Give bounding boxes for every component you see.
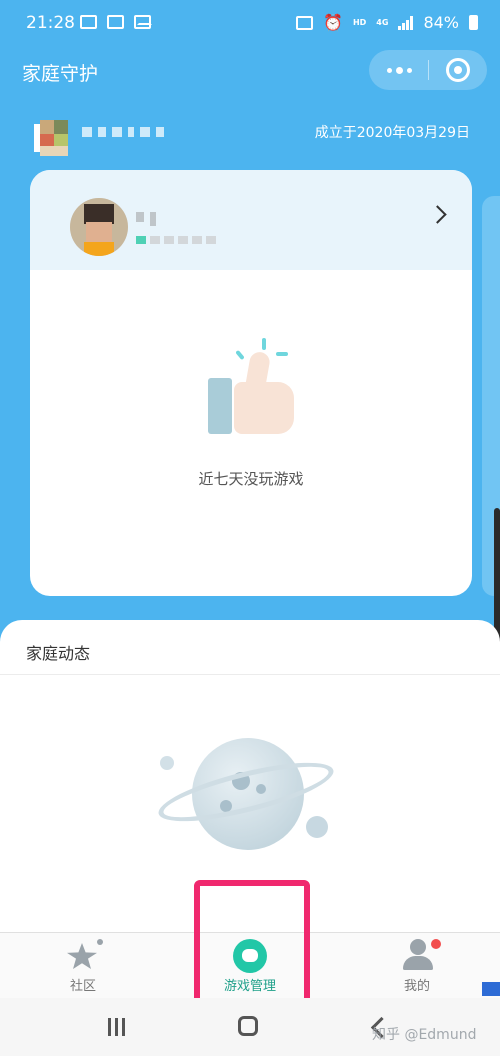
watermark: 知乎 @Edmund bbox=[372, 1027, 477, 1043]
page-title: 家庭守护 bbox=[22, 63, 99, 85]
hd-indicator: HD bbox=[352, 18, 367, 27]
status-time: 21:28 bbox=[26, 13, 75, 33]
network-type: 4G bbox=[376, 18, 389, 27]
mail-icon bbox=[134, 15, 152, 29]
child-info-blurred bbox=[136, 236, 216, 244]
divider bbox=[0, 674, 500, 675]
notification-badge bbox=[431, 939, 441, 949]
family-avatar[interactable] bbox=[34, 120, 74, 158]
thumbs-up-icon bbox=[204, 338, 304, 438]
tab-label: 社区 bbox=[69, 979, 96, 994]
planet-icon bbox=[150, 728, 350, 858]
home-icon[interactable] bbox=[238, 1016, 258, 1036]
founded-date: 成立于2020年03月29日 bbox=[314, 125, 470, 141]
highlight-annotation bbox=[194, 880, 310, 1010]
miniprogram-capsule bbox=[369, 50, 487, 90]
tab-mine[interactable]: 我的 bbox=[334, 933, 500, 999]
alarm-icon: ⏰ bbox=[323, 13, 343, 32]
battery-icon bbox=[469, 15, 478, 30]
family-name-blurred bbox=[82, 127, 164, 137]
child-name-blurred bbox=[136, 212, 156, 226]
gallery-icon bbox=[80, 15, 97, 29]
signal-icon bbox=[398, 15, 414, 30]
child-card: 近七天没玩游戏 bbox=[30, 170, 472, 596]
system-icons: ⏰ HD 4G 84% bbox=[296, 13, 478, 32]
notification-icons bbox=[80, 15, 152, 29]
tab-community[interactable]: 社区 bbox=[0, 933, 166, 999]
star-icon bbox=[67, 939, 103, 969]
watermark-logo bbox=[482, 982, 500, 996]
activity-title: 家庭动态 bbox=[26, 644, 91, 663]
status-bar: 21:28 ⏰ HD 4G 84% bbox=[0, 0, 500, 46]
more-icon[interactable] bbox=[383, 58, 415, 82]
tab-label: 我的 bbox=[403, 979, 430, 994]
capsule-divider bbox=[428, 60, 429, 80]
child-avatar bbox=[70, 198, 128, 256]
close-icon[interactable] bbox=[446, 58, 470, 82]
recents-icon[interactable] bbox=[108, 1018, 128, 1036]
user-icon bbox=[400, 937, 441, 971]
chevron-right-icon bbox=[428, 205, 447, 224]
gallery-icon bbox=[107, 15, 124, 29]
no-game-text: 近七天没玩游戏 bbox=[198, 470, 304, 488]
folder-icon bbox=[296, 15, 314, 30]
battery-percent: 84% bbox=[423, 13, 459, 32]
child-row[interactable] bbox=[30, 170, 472, 270]
